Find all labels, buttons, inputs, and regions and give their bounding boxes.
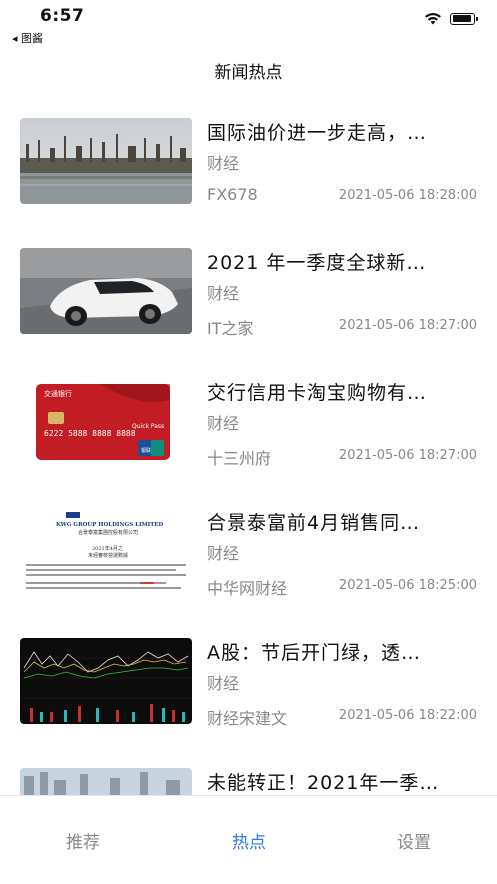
card-unionpay: 银联 [141,447,151,454]
tab-bar: 推荐 热点 设置 [0,795,497,884]
card-bank-name: 交通银行 [44,389,72,398]
news-source: 中华网财经 [207,579,288,598]
back-to-app-link[interactable]: ◂ 图酱 [12,30,43,46]
doc-date-line: 2021年4月之 [92,545,123,552]
news-thumbnail-oil-refinery[interactable] [20,118,192,204]
tab-hot[interactable]: 热点 [166,828,332,853]
news-list[interactable]: 国际油价进一步走高，… 财经 FX678 2021-05-06 18:28:00… [0,100,497,795]
news-timestamp: 2021-05-06 18:28:00 [338,188,477,203]
news-thumbnail-credit-card[interactable]: 交通银行 6222 5888 8888 8888 Quick Pass 银联 [20,378,192,464]
battery-icon [450,12,478,25]
news-source: IT之家 [207,319,254,338]
news-item[interactable]: 交通银行 6222 5888 8888 8888 Quick Pass 银联 交… [0,360,497,490]
news-source: 财经宋建文 [207,709,288,728]
news-item[interactable]: 国际油价进一步走高，… 财经 FX678 2021-05-06 18:28:00 [0,100,497,230]
news-category: 财经 [207,674,240,693]
status-icons [424,12,478,25]
news-thumbnail-white-car[interactable] [20,248,192,334]
news-item[interactable]: KWG GROUP HOLDINGS LIMITED 合景泰富集團控股有限公司 … [0,490,497,620]
news-category: 财经 [207,284,240,303]
news-headline[interactable]: 2021 年一季度全球新… [207,248,479,275]
news-thumbnail-document[interactable]: KWG GROUP HOLDINGS LIMITED 合景泰富集團控股有限公司 … [20,508,192,594]
news-headline[interactable]: 未能转正！2021年一季… [207,768,479,795]
news-timestamp: 2021-05-06 18:27:00 [338,448,477,463]
news-thumbnail-cityscape[interactable] [20,768,192,795]
news-source: 十三州府 [207,449,272,468]
news-category: 财经 [207,544,240,563]
news-item[interactable]: 2021 年一季度全球新… 财经 IT之家 2021-05-06 18:27:0… [0,230,497,360]
news-timestamp: 2021-05-06 18:27:00 [338,318,477,333]
page-title: 新闻热点 [214,63,283,83]
news-category: 财经 [207,414,240,433]
tab-settings[interactable]: 设置 [331,828,497,853]
tab-recommend[interactable]: 推荐 [0,828,166,853]
status-time: 6:57 [40,6,85,26]
doc-title-line: 未經審核營運數據 [88,552,128,559]
news-headline[interactable]: 国际油价进一步走高，… [207,118,479,145]
doc-company-cn: 合景泰富集團控股有限公司 [78,529,138,536]
doc-company-en: KWG GROUP HOLDINGS LIMITED [56,522,163,528]
news-category: 财经 [207,154,240,173]
news-item[interactable]: A股：节后开门绿，透… 财经 财经宋建文 2021-05-06 18:22:00 [0,620,497,750]
news-thumbnail-stock-chart[interactable] [20,638,192,724]
status-bar: 6:57 ◂ 图酱 [0,0,497,48]
news-headline[interactable]: 交行信用卡淘宝购物有… [207,378,479,405]
news-timestamp: 2021-05-06 18:22:00 [338,708,477,723]
news-timestamp: 2021-05-06 18:25:00 [338,578,477,593]
wifi-icon [425,13,441,25]
news-headline[interactable]: A股：节后开门绿，透… [207,638,479,665]
news-headline[interactable]: 合景泰富前4月销售同… [207,508,479,535]
news-source: FX678 [207,185,258,204]
news-item[interactable]: 未能转正！2021年一季… [0,750,497,795]
card-quickpass: Quick Pass [132,423,164,430]
card-number: 6222 5888 8888 8888 [44,429,136,438]
